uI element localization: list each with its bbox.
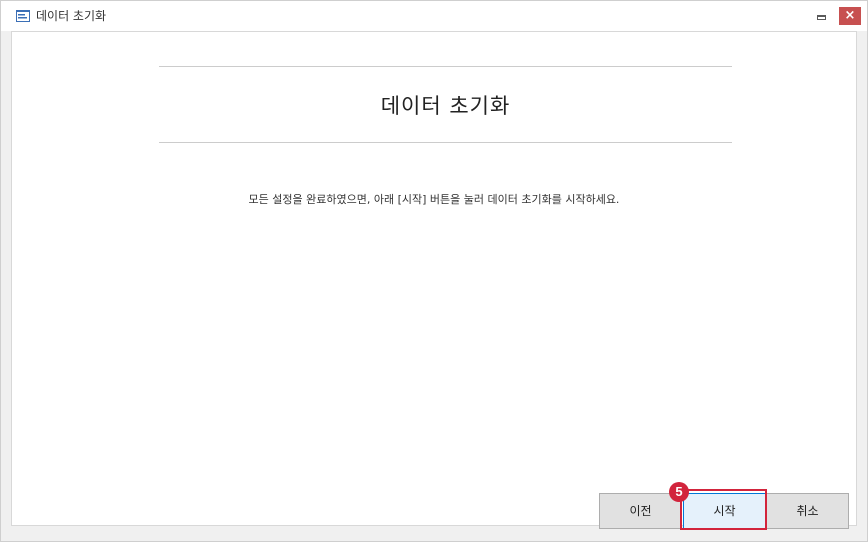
window-title: 데이터 초기화 bbox=[36, 9, 107, 23]
close-button[interactable]: × bbox=[839, 7, 861, 25]
step-badge: 5 bbox=[669, 482, 689, 502]
prev-button[interactable]: 이전 bbox=[599, 493, 682, 529]
divider-top bbox=[159, 66, 732, 67]
app-icon bbox=[16, 10, 30, 22]
divider-bottom bbox=[159, 142, 732, 143]
content-panel: 데이터 초기화 모든 설정을 완료하였으면, 아래 [시작] 버튼을 눌러 데이… bbox=[11, 31, 857, 526]
cancel-button[interactable]: 취소 bbox=[766, 493, 849, 529]
title-bar[interactable]: 데이터 초기화 × bbox=[1, 1, 867, 31]
start-button[interactable]: 시작 bbox=[683, 493, 766, 529]
page-title: 데이터 초기화 bbox=[380, 94, 511, 118]
instruction-text: 모든 설정을 완료하였으면, 아래 [시작] 버튼을 눌러 데이터 초기화를 시… bbox=[248, 193, 620, 206]
minimize-button[interactable] bbox=[813, 7, 831, 25]
